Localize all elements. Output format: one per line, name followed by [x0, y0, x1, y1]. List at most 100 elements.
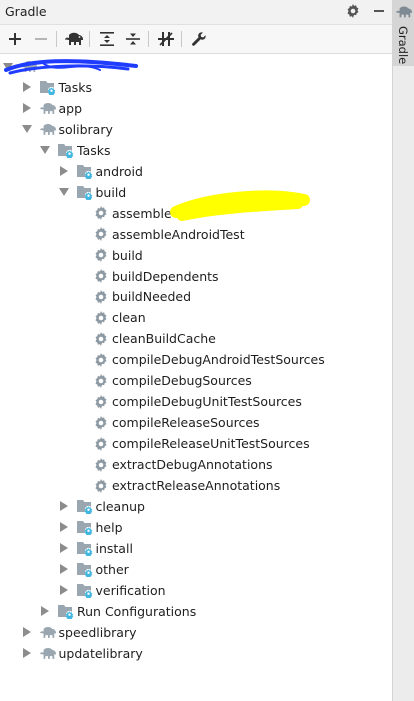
- plus-icon: [9, 33, 21, 45]
- tree-task-item[interactable]: assembleAndroidTest: [93, 224, 245, 245]
- tree-node-label: extractReleaseAnnotations: [112, 478, 281, 493]
- gradle-toolbar: [0, 25, 392, 54]
- gear-icon: [93, 436, 109, 452]
- expanded-arrow-icon[interactable]: [21, 124, 32, 134]
- gear-icon: [93, 289, 109, 305]
- elephant-icon: [39, 645, 56, 661]
- gradle-side-tab-label: Gradle: [396, 26, 410, 65]
- build-settings-button[interactable]: [188, 29, 210, 49]
- task-folder-icon: [76, 561, 93, 577]
- gear-icon: [93, 415, 109, 431]
- gear-icon: [93, 205, 109, 221]
- collapsed-arrow-icon[interactable]: [22, 648, 32, 659]
- tree-node-label: solibrary: [58, 121, 113, 137]
- expanded-arrow-icon[interactable]: [3, 62, 13, 72]
- tool-window-header: Gradle: [0, 0, 392, 25]
- collapsed-arrow-icon[interactable]: [59, 543, 69, 554]
- tree-task-item[interactable]: build: [93, 245, 143, 266]
- collapsed-arrow-icon[interactable]: [59, 166, 69, 177]
- wrench-icon: [192, 32, 206, 46]
- tree-node-label: speedlibrary: [58, 624, 137, 640]
- expanded-arrow-icon[interactable]: [58, 187, 69, 197]
- tree-task-item[interactable]: assemble: [93, 203, 172, 224]
- tree-node[interactable]: Tasks: [40, 140, 111, 161]
- tree-node-label: build: [95, 184, 127, 200]
- tree-node[interactable]: help: [59, 517, 123, 538]
- tree-node[interactable]: solibrary: [21, 119, 113, 140]
- gear-icon: [93, 247, 109, 263]
- gear-icon[interactable]: [344, 2, 362, 20]
- execute-gradle-task-button[interactable]: [63, 29, 85, 49]
- task-folder-icon: [76, 184, 93, 200]
- tree-task-item[interactable]: compileDebugAndroidTestSources: [93, 349, 325, 370]
- elephant-icon: [39, 100, 56, 116]
- tree-node-label: other: [95, 561, 129, 577]
- collapsed-arrow-icon[interactable]: [40, 606, 50, 617]
- tree-task-item[interactable]: cleanBuildCache: [93, 328, 216, 349]
- tree-node-label: Tasks: [77, 142, 111, 158]
- tree-task-item[interactable]: compileReleaseUnitTestSources: [93, 433, 310, 454]
- task-folder-icon: [76, 163, 93, 179]
- tree-node-label: compileReleaseUnitTestSources: [112, 436, 310, 452]
- collapsed-arrow-icon[interactable]: [59, 564, 69, 575]
- tree-node-label: Run Configurations: [77, 603, 197, 619]
- gear-icon: [93, 331, 109, 347]
- gear-icon: [93, 394, 109, 410]
- tree-node[interactable]: build: [58, 182, 127, 203]
- toggle-offline-mode-button[interactable]: [155, 29, 177, 49]
- elephant-icon: [39, 121, 56, 137]
- tree-task-item[interactable]: clean: [93, 307, 146, 328]
- gear-icon: [93, 478, 109, 494]
- tree-node[interactable]: other: [59, 559, 129, 580]
- tree-node[interactable]: app: [22, 98, 83, 119]
- tree-task-item[interactable]: compileReleaseSources: [93, 412, 260, 433]
- toolbar-separator: [148, 31, 149, 47]
- elephant-icon: [39, 624, 56, 640]
- tree-task-item[interactable]: buildDependents: [93, 266, 219, 287]
- tree-task-item[interactable]: extractDebugAnnotations: [93, 454, 273, 475]
- tree-node-label: clean: [112, 310, 146, 326]
- tree-node-label: cleanBuildCache: [112, 331, 216, 347]
- tree-node-label: verification: [95, 582, 166, 598]
- minimize-icon[interactable]: [370, 2, 388, 20]
- expand-all-button[interactable]: [96, 29, 118, 49]
- tree-node-label: app: [58, 100, 83, 116]
- add-button[interactable]: [4, 29, 26, 49]
- tree-node-label: assemble: [112, 205, 172, 221]
- collapsed-arrow-icon[interactable]: [59, 522, 69, 533]
- tree-task-item[interactable]: compileDebugUnitTestSources: [93, 391, 302, 412]
- task-folder-icon: [39, 79, 56, 95]
- tree-node[interactable]: install: [59, 538, 133, 559]
- gear-icon: [93, 226, 109, 242]
- tree-node[interactable]: updatelibrary: [22, 643, 143, 664]
- expand-all-icon: [100, 32, 114, 46]
- tree-node[interactable]: android: [59, 161, 143, 182]
- toolbar-separator: [181, 31, 182, 47]
- expanded-arrow-icon[interactable]: [40, 145, 50, 155]
- collapsed-arrow-icon[interactable]: [22, 103, 32, 114]
- gear-icon: [93, 457, 109, 473]
- remove-button[interactable]: [30, 29, 52, 49]
- tree-node-label: compileReleaseSources: [112, 415, 260, 431]
- tree-node[interactable]: speedlibrary: [22, 622, 137, 643]
- tree-node[interactable]: verification: [59, 580, 166, 601]
- collapsed-arrow-icon[interactable]: [59, 585, 69, 596]
- tree-node[interactable]: Run Configurations: [40, 601, 196, 622]
- task-folder-icon: [58, 603, 74, 619]
- tree-node[interactable]: cleanup: [59, 496, 145, 517]
- collapsed-arrow-icon[interactable]: [59, 501, 69, 512]
- tree-node-label: build: [112, 247, 143, 263]
- collapsed-arrow-icon[interactable]: [22, 627, 32, 638]
- tree-node[interactable]: [3, 56, 40, 77]
- tree-node-label: compileDebugUnitTestSources: [112, 394, 302, 410]
- tree-task-item[interactable]: buildNeeded: [93, 286, 191, 307]
- tree-node-label: install: [95, 540, 133, 556]
- tree-node[interactable]: Tasks: [22, 77, 92, 98]
- elephant-icon: [396, 6, 412, 18]
- tree-task-item[interactable]: extractReleaseAnnotations: [93, 475, 280, 496]
- collapsed-arrow-icon[interactable]: [22, 82, 32, 93]
- collapse-all-button[interactable]: [122, 29, 144, 49]
- tree-task-item[interactable]: compileDebugSources: [93, 370, 252, 391]
- task-folder-icon: [76, 540, 93, 556]
- gradle-side-tab[interactable]: Gradle: [393, 0, 414, 66]
